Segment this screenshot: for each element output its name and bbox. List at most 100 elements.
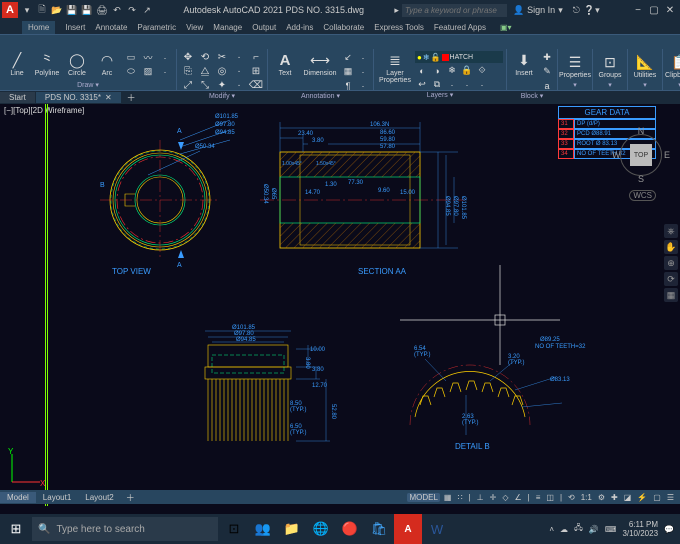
tab-express[interactable]: Express Tools [374,23,424,32]
offset-icon[interactable]: ◎ [214,65,230,78]
lineweight-toggle-icon[interactable]: ≡ [534,493,543,502]
trim-icon[interactable]: ✂ [214,51,230,64]
explode-icon[interactable]: ✦ [214,79,230,92]
layer-bulb-icon[interactable]: ● [417,53,422,62]
tab-addins[interactable]: Add-ins [286,23,313,32]
help-search-input[interactable] [402,4,507,17]
layer-states-icon[interactable]: ⧉ [430,78,444,91]
leader-icon[interactable]: ↙ [341,51,355,64]
erase-icon[interactable]: ⌫ [248,79,264,92]
layer-freeze-icon[interactable]: ❄ [423,53,430,62]
ellipse-icon[interactable]: ⬭ [123,65,139,78]
insert-button[interactable]: ⬇Insert [510,51,538,77]
panel-groups[interactable]: ⊡Groups▾ [593,49,628,90]
people-icon[interactable]: 👥 [249,514,277,544]
isolate-icon[interactable]: ◪ [622,493,634,502]
notifications-icon[interactable]: 💬 [664,525,674,534]
layer-iso-icon[interactable]: ◑ [430,64,444,77]
wcs-label[interactable]: WCS [629,190,656,201]
customize-icon[interactable]: ☰ [665,493,676,502]
orbit-icon[interactable]: ⟳ [664,272,678,286]
show-motion-icon[interactable]: ▦ [664,288,678,302]
move-icon[interactable]: ✥ [180,51,196,64]
panel-utilities[interactable]: 📐Utilities▾ [628,49,663,90]
mirror-icon[interactable]: ⧋ [197,65,213,78]
anno-scale[interactable]: 1:1 [579,493,594,502]
view-cube[interactable]: N S E W TOP [612,126,670,184]
panel-draw-title[interactable]: Draw ▾ [3,81,173,90]
task-view-icon[interactable]: ⊡ [220,514,248,544]
store-icon[interactable]: 🛍 [365,514,393,544]
open-icon[interactable]: 📂 [51,4,63,16]
create-block-icon[interactable]: ✚ [540,51,554,64]
compass-s[interactable]: S [638,174,644,184]
edit-block-icon[interactable]: ✎ [540,65,554,78]
autocad-taskbar-icon[interactable]: A [394,514,422,544]
model-badge[interactable]: MODEL [407,493,439,502]
edge-icon[interactable]: 🌐 [307,514,335,544]
ortho-toggle-icon[interactable]: ⊥ [475,493,486,502]
layer-properties-button[interactable]: ≣Layer Properties [377,51,413,84]
explorer-icon[interactable]: 📁 [278,514,306,544]
tab-view[interactable]: View [186,23,203,32]
compass-e[interactable]: E [664,150,670,160]
spline-icon[interactable]: 〰 [140,51,156,64]
add-layout-button[interactable]: ＋ [121,491,140,504]
cube-top-face[interactable]: TOP [630,144,652,166]
tab-parametric[interactable]: Parametric [137,23,176,32]
close-tab-icon[interactable]: ✕ [105,93,112,102]
attr-icon[interactable]: a [540,79,554,92]
drawing-area[interactable]: [−][Top][2D Wireframe] [0,104,680,506]
tab-annotate[interactable]: Annotate [95,23,127,32]
hardware-accel-icon[interactable]: ⚡ [635,493,649,502]
clock[interactable]: 6:11 PM 3/10/2023 [622,520,658,538]
table-icon[interactable]: ▦ [341,65,355,78]
tab-collaborate[interactable]: Collaborate [323,23,364,32]
signin-area[interactable]: 👤 Sign In ▾ [513,5,563,16]
layer-match-icon[interactable]: ⟐ [475,64,489,77]
volume-icon[interactable]: 🔊 [589,525,599,534]
layer-lock-icon[interactable]: 🔓 [431,53,441,62]
new-icon[interactable]: 🗎 [36,4,48,16]
compass-n[interactable]: N [638,126,645,136]
layer-freeze2-icon[interactable]: ❄ [445,64,459,77]
layout-2[interactable]: Layout2 [78,492,120,503]
full-nav-icon[interactable]: ⎈ [664,224,678,238]
exchange-icon[interactable]: ⎋ [573,5,580,16]
polar-toggle-icon[interactable]: ✛ [488,493,499,502]
save-icon[interactable]: 💾 [66,4,78,16]
otrack-toggle-icon[interactable]: ∠ [512,493,523,502]
saveas-icon[interactable]: 💾 [81,4,93,16]
help-dropdown-icon[interactable]: ❔▾ [584,5,600,16]
panel-block-title[interactable]: Block ▾ [510,92,554,101]
tab-manage[interactable]: Manage [213,23,242,32]
dimension-button[interactable]: ⟷Dimension [301,51,339,77]
redo-icon[interactable]: ↷ [126,4,138,16]
layout-model[interactable]: Model [0,492,36,503]
panel-clipboard[interactable]: 📋Clipboard▾ [663,49,680,90]
panel-layers-title[interactable]: Layers ▾ [377,91,503,100]
ucs-icon[interactable]: Y X [6,448,46,488]
compass-w[interactable]: W [612,150,621,160]
arc-button[interactable]: ◠Arc [93,51,121,77]
plot-icon[interactable]: 🖨 [96,4,108,16]
mtext-icon[interactable]: ¶ [341,79,355,92]
transparency-toggle-icon[interactable]: ◫ [544,493,556,502]
circle-button[interactable]: ◯Circle [63,51,91,77]
pan-icon[interactable]: ✋ [664,240,678,254]
clean-screen-icon[interactable]: ▢ [651,493,663,502]
fillet-icon[interactable]: ⌐ [248,51,264,64]
undo-icon[interactable]: ↶ [111,4,123,16]
chrome-icon[interactable]: 🔴 [336,514,364,544]
tray-chevron-icon[interactable]: ˄ [549,525,554,534]
onedrive-icon[interactable]: ☁ [560,525,568,534]
maximize-button[interactable]: ▢ [646,2,662,18]
layer-prev-icon[interactable]: ↩ [415,78,429,91]
anno-monitor-icon[interactable]: ✚ [609,493,620,502]
language-icon[interactable]: ⌨ [605,525,617,534]
line-button[interactable]: ╱Line [3,51,31,77]
copy-icon[interactable]: ⎘ [180,65,196,78]
add-tab-button[interactable]: ＋ [122,91,141,104]
word-icon[interactable]: W [423,514,451,544]
tab-featured[interactable]: Featured Apps [434,23,486,32]
